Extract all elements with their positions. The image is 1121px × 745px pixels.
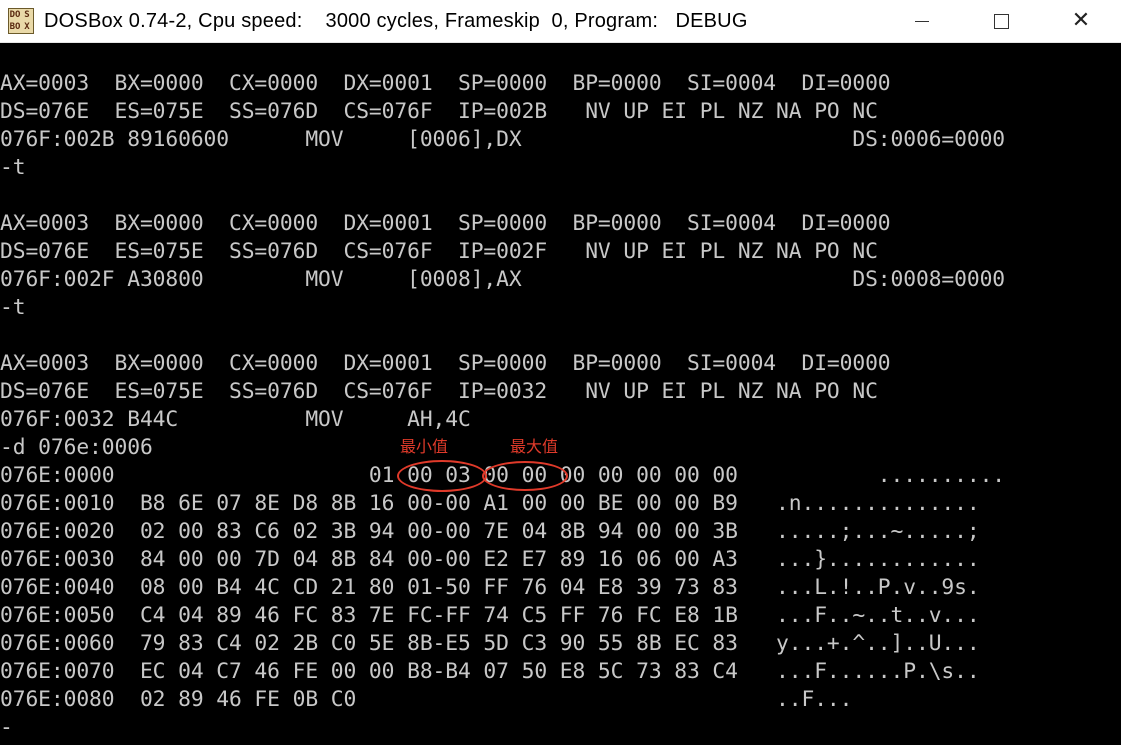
console-line: 076E:0020 02 00 83 C6 02 3B 94 00-00 7E … bbox=[0, 519, 980, 544]
console-line: -t bbox=[0, 155, 26, 180]
console-line: 076E:0040 08 00 B4 4C CD 21 80 01-50 FF … bbox=[0, 575, 980, 600]
console-line: DS=076E ES=075E SS=076D CS=076F IP=0032 … bbox=[0, 379, 878, 404]
min-value-circle bbox=[397, 460, 487, 492]
icon-letters-1: DO bbox=[9, 10, 21, 20]
icon-letters-3: BO bbox=[9, 22, 21, 32]
console-line: AX=0003 BX=0000 CX=0000 DX=0001 SP=0000 … bbox=[0, 71, 891, 96]
console-line: 076F:002B 89160600 MOV [0006],DX DS:0006… bbox=[0, 127, 1006, 152]
minimize-button[interactable] bbox=[893, 0, 951, 42]
console-line: AX=0003 BX=0000 CX=0000 DX=0001 SP=0000 … bbox=[0, 351, 891, 376]
console-line: 076E:0030 84 00 00 7D 04 8B 84 00-00 E2 … bbox=[0, 547, 980, 572]
console-line: - bbox=[0, 715, 13, 740]
console-line: -d 076e:0006 bbox=[0, 435, 153, 460]
close-icon: ✕ bbox=[1071, 8, 1091, 33]
title-bar[interactable]: DO S BO X DOSBox 0.74-2, Cpu speed: 3000… bbox=[0, 0, 1121, 43]
console-output[interactable]: AX=0003 BX=0000 CX=0000 DX=0001 SP=0000 … bbox=[0, 70, 1121, 745]
console-line: 076F:0032 B44C MOV AH,4C bbox=[0, 407, 471, 432]
console-line: 076E:0050 C4 04 89 46 FC 83 7E FC-FF 74 … bbox=[0, 603, 980, 628]
console-line: DS=076E ES=075E SS=076D CS=076F IP=002F … bbox=[0, 239, 878, 264]
minimize-icon bbox=[915, 20, 929, 22]
maximize-button[interactable] bbox=[972, 0, 1030, 42]
console-line: -t bbox=[0, 295, 26, 320]
icon-letters-2: S bbox=[24, 10, 30, 20]
close-button[interactable]: ✕ bbox=[1052, 0, 1110, 42]
console-line: DS=076E ES=075E SS=076D CS=076F IP=002B … bbox=[0, 99, 878, 124]
console-line: AX=0003 BX=0000 CX=0000 DX=0001 SP=0000 … bbox=[0, 211, 891, 236]
min-value-annotation: 最小值 bbox=[400, 437, 449, 456]
dosbox-app-icon[interactable]: DO S BO X bbox=[8, 8, 34, 34]
maximize-icon bbox=[993, 13, 1009, 29]
max-value-circle bbox=[482, 461, 568, 491]
console-line: 076E:0010 B8 6E 07 8E D8 8B 16 00-00 A1 … bbox=[0, 491, 980, 516]
console-line: 076F:002F A30800 MOV [0008],AX DS:0008=0… bbox=[0, 267, 1006, 292]
max-value-annotation: 最大值 bbox=[510, 437, 559, 456]
dosbox-window: DO S BO X DOSBox 0.74-2, Cpu speed: 3000… bbox=[0, 0, 1121, 745]
console-line: 076E:0060 79 83 C4 02 2B C0 5E 8B-E5 5D … bbox=[0, 631, 980, 656]
console-line: 076E:0080 02 89 46 FE 0B C0 ..F... bbox=[0, 687, 853, 712]
window-title: DOSBox 0.74-2, Cpu speed: 3000 cycles, F… bbox=[44, 9, 748, 32]
icon-letters-4: X bbox=[24, 22, 30, 32]
console-line: 076E:0070 EC 04 C7 46 FE 00 00 B8-B4 07 … bbox=[0, 659, 980, 684]
